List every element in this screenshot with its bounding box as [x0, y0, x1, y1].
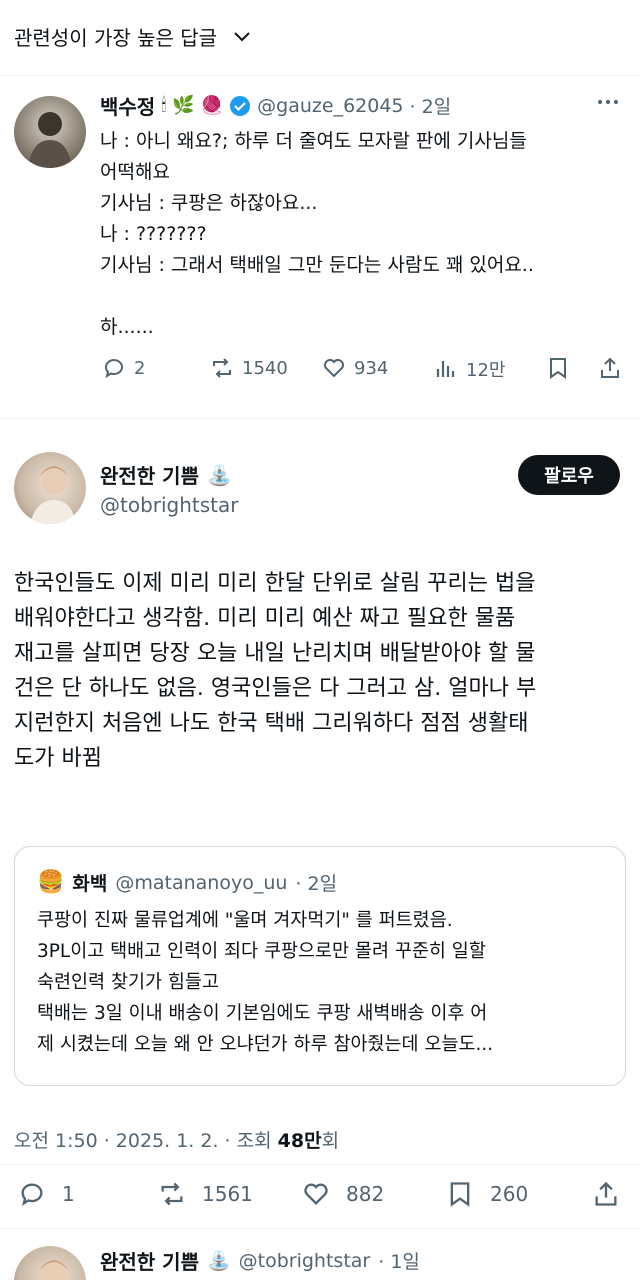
- reply-icon: [105, 359, 123, 379]
- view-count: 12만: [466, 360, 506, 381]
- main-post-text: 한국인들도 이제 미리 미리 한달 단위로 살림 꾸리는 법을 배워야한다고 생…: [14, 571, 537, 771]
- avatar[interactable]: [14, 1246, 86, 1280]
- bookmark-count: 260: [490, 1182, 529, 1206]
- reply-count: 2: [134, 357, 146, 379]
- chevron-down-icon[interactable]: [232, 26, 252, 46]
- reply1-text: 나 : 아니 왜요?; 하루 더 줄여도 모자랄 판에 기사님들 어떡해요 기사…: [100, 130, 534, 338]
- avatar[interactable]: [14, 96, 86, 168]
- post-view-count: 48만: [277, 1130, 322, 1152]
- verified-badge-icon: [230, 95, 251, 116]
- author-handle[interactable]: @gauze_62045: [257, 95, 403, 117]
- views-icon: [436, 361, 455, 377]
- bookmark-icon[interactable]: [546, 356, 570, 380]
- divider: [0, 1228, 640, 1229]
- repost-icon: [213, 358, 231, 378]
- repost-icon: [161, 1182, 183, 1206]
- divider: [0, 418, 640, 419]
- fountain-emoji-icon: ⛲: [206, 1250, 231, 1272]
- burger-avatar-icon: 🍔: [37, 870, 65, 895]
- bookmark-icon: [450, 1182, 470, 1207]
- heart-icon: [304, 1183, 328, 1205]
- views-button[interactable]: 12만: [434, 356, 505, 382]
- quoted-post-time: · 2일: [295, 873, 338, 895]
- post-meta: 오전 1:50 · 2025. 1. 2. · 조회 48만회: [14, 1126, 339, 1153]
- author-name[interactable]: 백수정: [100, 91, 155, 120]
- avatar[interactable]: [14, 452, 86, 524]
- author-handle[interactable]: @tobrightstar: [239, 1250, 371, 1272]
- author-handle[interactable]: @tobrightstar: [100, 493, 239, 517]
- avatar-photo: [28, 112, 72, 168]
- avatar-photo: [30, 466, 76, 524]
- like-count: 882: [346, 1182, 385, 1206]
- post-timestamp[interactable]: 오전 1:50 · 2025. 1. 2. · 조회: [14, 1130, 278, 1152]
- post-time[interactable]: · 1일: [378, 1247, 420, 1274]
- quoted-post-text: 쿠팡이 진짜 물류업계에 "울며 겨자먹기" 를 퍼트렸음. 3PL이고 택배고…: [37, 910, 494, 1055]
- reply-count: 1: [62, 1182, 75, 1206]
- quoted-author-name: 화백: [72, 873, 108, 895]
- reply-icon: [21, 1183, 43, 1206]
- reply2-header: 완전한 기쁨 ⛲ @tobrightstar · 1일: [100, 1246, 420, 1275]
- like-button[interactable]: 934: [322, 356, 388, 380]
- candle-emoji-icon: 🕯: [161, 95, 167, 116]
- like-button[interactable]: 882: [302, 1180, 384, 1208]
- reply-button[interactable]: 2: [102, 356, 145, 380]
- share-icon[interactable]: [598, 356, 622, 380]
- quoted-header: 🍔 화백 @matananoyo_uu · 2일: [37, 869, 337, 896]
- reply-sort-label[interactable]: 관련성이 가장 높은 답글: [14, 22, 217, 51]
- herb-emoji-icon: 🌿: [172, 95, 195, 116]
- post-time[interactable]: · 2일: [410, 92, 452, 119]
- reply1-header: 백수정 🕯 🌿 🧶 @gauze_62045 · 2일: [100, 91, 451, 120]
- repost-count: 1540: [242, 357, 288, 379]
- fountain-emoji-icon: ⛲: [206, 462, 232, 487]
- repost-button[interactable]: 1540: [210, 356, 288, 380]
- reply-button[interactable]: 1: [18, 1180, 75, 1208]
- repost-count: 1561: [202, 1182, 253, 1206]
- post-view-suffix: 회: [321, 1130, 340, 1152]
- quoted-author-handle: @matananoyo_uu: [115, 871, 288, 894]
- yarn-emoji-icon: 🧶: [200, 95, 224, 116]
- more-options-icon[interactable]: [598, 100, 618, 104]
- bookmark-button[interactable]: 260: [446, 1180, 528, 1208]
- heart-icon: [324, 359, 344, 378]
- like-count: 934: [354, 357, 389, 379]
- quoted-post[interactable]: 🍔 화백 @matananoyo_uu · 2일 쿠팡이 진짜 물류업계에 "울…: [14, 846, 626, 1086]
- avatar-photo: [40, 1260, 68, 1280]
- reply-sort-bar[interactable]: 관련성이 가장 높은 답글: [0, 0, 640, 76]
- divider: [0, 1164, 640, 1165]
- main-author-row: 완전한 기쁨 ⛲: [100, 460, 232, 489]
- follow-button[interactable]: 팔로우: [518, 455, 620, 495]
- author-name[interactable]: 완전한 기쁨: [100, 460, 199, 489]
- author-name[interactable]: 완전한 기쁨: [100, 1246, 199, 1275]
- share-icon[interactable]: [592, 1180, 620, 1208]
- repost-button[interactable]: 1561: [158, 1180, 253, 1208]
